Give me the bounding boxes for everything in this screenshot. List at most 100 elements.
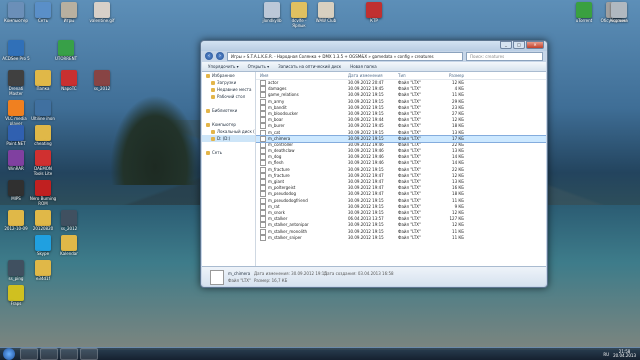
taskbar-ie-button[interactable] — [20, 348, 38, 360]
column-header[interactable]: Имя — [256, 72, 348, 79]
nav-item — [202, 114, 255, 121]
desktop-icon[interactable]: Корзина — [605, 2, 633, 24]
taskbar-app-button[interactable] — [80, 348, 98, 360]
desktop-icon-image — [35, 260, 51, 276]
column-header[interactable]: Дата изменения — [348, 72, 398, 79]
nav-item[interactable]: Избранное — [202, 72, 255, 79]
desktop-icon[interactable]: cheating — [29, 125, 57, 147]
desktop-icon-label: Skype — [36, 251, 50, 256]
file-icon — [260, 148, 266, 155]
desktop-icon[interactable]: КТР — [360, 2, 388, 24]
nav-item[interactable]: D: (D:) — [202, 135, 255, 142]
desktop-icon-label: Корзина — [610, 18, 628, 23]
clock[interactable]: 21:58 20.04.2013 — [613, 349, 636, 359]
forward-icon[interactable]: › — [216, 52, 224, 60]
desktop-icon[interactable]: e34d1f — [29, 260, 57, 282]
taskbar: RU 21:58 20.04.2013 — [0, 347, 640, 360]
desktop-icon[interactable]: dcvlfe - Ярлык — [285, 2, 313, 28]
column-header[interactable]: Размер — [434, 72, 464, 79]
file-icon — [260, 117, 266, 124]
desktop-icon-label: ss_ping — [8, 276, 24, 281]
desktop-icon[interactable]: uTorrent — [570, 2, 598, 24]
desktop-icon-label: Игры — [63, 18, 75, 23]
minimize-button[interactable]: _ — [500, 41, 512, 49]
desktop-icon[interactable]: Drenati Master — [2, 70, 30, 96]
desktop-icon[interactable]: DAEMON Tools Lite — [29, 150, 57, 176]
taskbar-media-button[interactable] — [60, 348, 78, 360]
desktop-icon[interactable]: ss_2012 — [88, 70, 116, 92]
desktop-icon[interactable]: 20120820 — [29, 210, 57, 232]
desktop-icon[interactable]: Skype — [29, 235, 57, 257]
file-icon — [260, 141, 266, 148]
address-bar[interactable]: Игры » S.T.A.L.K.E.R. - Народная Солянка… — [227, 51, 463, 61]
desktop-icon[interactable]: valentine.gif — [88, 2, 116, 24]
nav-item[interactable]: Сеть — [202, 149, 255, 156]
nav-item[interactable]: Локальный диск (C: — [202, 128, 255, 135]
start-button[interactable] — [3, 348, 15, 360]
desktop-icon-label: Fraps — [10, 301, 22, 306]
column-header[interactable]: Тип — [398, 72, 434, 79]
title-bar[interactable]: _ □ ✕ — [201, 41, 547, 51]
language-indicator[interactable]: RU — [603, 352, 609, 357]
desktop-icon[interactable]: Nero Burning ROM — [29, 180, 57, 206]
desktop-icon-image — [61, 235, 77, 251]
desktop-icon[interactable]: ACDSee Pro 5 — [2, 40, 30, 62]
desktop-icon-label: DAEMON Tools Lite — [33, 166, 53, 176]
close-button[interactable]: ✕ — [526, 41, 544, 49]
desktop-icon-label: cheating — [34, 141, 52, 146]
search-input[interactable]: Поиск: creatures — [466, 51, 543, 61]
desktop-icon-label: dcvlfe - Ярлык — [291, 18, 307, 28]
nav-item[interactable]: Библиотеки — [202, 107, 255, 114]
toolbar-button[interactable]: Записать на оптический диск — [278, 64, 341, 69]
desktop-icon-image — [35, 235, 51, 251]
column-headers: Имя Дата изменения Тип Размер — [256, 72, 546, 80]
desktop-icon[interactable]: Kalendar — [55, 235, 83, 257]
file-icon — [260, 110, 266, 117]
toolbar-button[interactable]: Новая папка — [350, 64, 377, 69]
file-icon — [260, 92, 266, 99]
desktop-icon[interactable]: WAW Club — [312, 2, 340, 24]
nav-item[interactable]: Недавние места — [202, 86, 255, 93]
desktop-icon-label: uTorrent — [575, 18, 593, 23]
file-icon — [260, 222, 266, 229]
desktop-icon[interactable]: NapoTC — [55, 70, 83, 92]
back-icon[interactable]: ‹ — [205, 52, 213, 60]
nav-item[interactable]: Рабочий стол — [202, 93, 255, 100]
desktop-icon-label: MIPS — [11, 196, 21, 201]
desktop-icon[interactable]: UTORRENT — [52, 40, 80, 62]
desktop-icon[interactable]: VLC media player — [2, 100, 30, 126]
toolbar-button[interactable]: Открыть ▾ — [248, 64, 270, 69]
file-icon — [260, 185, 266, 192]
desktop-icon[interactable]: Игры — [55, 2, 83, 24]
desktop-icon-image — [291, 2, 307, 18]
desktop-icon-label: 20120820 — [32, 226, 54, 231]
file-icon — [260, 129, 266, 136]
desktop-icon-label: ss_2012 — [93, 86, 111, 91]
desktop-icon[interactable]: Сеть — [29, 2, 57, 24]
desktop-icon[interactable]: WinRAR — [2, 150, 30, 172]
desktop-icon-image — [8, 150, 24, 166]
nav-item-label: Сеть — [212, 150, 222, 155]
desktop-icon[interactable]: Ultiline ihon — [29, 100, 57, 122]
desktop-icon[interactable]: ss_2012 — [55, 210, 83, 232]
desktop-icon-label: valentine.gif — [89, 18, 115, 23]
taskbar-explorer-button[interactable] — [40, 348, 58, 360]
desktop-icon[interactable]: jlondkyllb — [258, 2, 286, 24]
desktop-icon[interactable]: ss_ping — [2, 260, 30, 282]
toolbar-button[interactable]: Упорядочить ▾ — [208, 64, 239, 69]
desktop-icon-image — [8, 40, 24, 56]
desktop-icon[interactable]: Папка — [29, 70, 57, 92]
desktop-icon[interactable]: Компьютер — [2, 2, 30, 24]
nav-item[interactable]: Загрузки — [202, 79, 255, 86]
file-icon — [260, 228, 266, 235]
desktop-icon[interactable]: Paint.NET — [2, 125, 30, 147]
desktop-icon[interactable]: 2012-10-09 — [2, 210, 30, 232]
nav-item[interactable]: Компьютер — [202, 121, 255, 128]
maximize-button[interactable]: □ — [513, 41, 525, 49]
file-list: Имя Дата изменения Тип Размер actor 30.09.20… — [256, 72, 546, 267]
nav-item-label: Локальный диск (C: — [217, 129, 255, 134]
desktop-icon[interactable]: MIPS — [2, 180, 30, 202]
folder-icon — [206, 74, 210, 78]
file-row[interactable]: m_stalker_sniper 30.09.2012 19:15 Файл "LT… — [256, 234, 546, 241]
desktop-icon[interactable]: Fraps — [2, 285, 30, 307]
